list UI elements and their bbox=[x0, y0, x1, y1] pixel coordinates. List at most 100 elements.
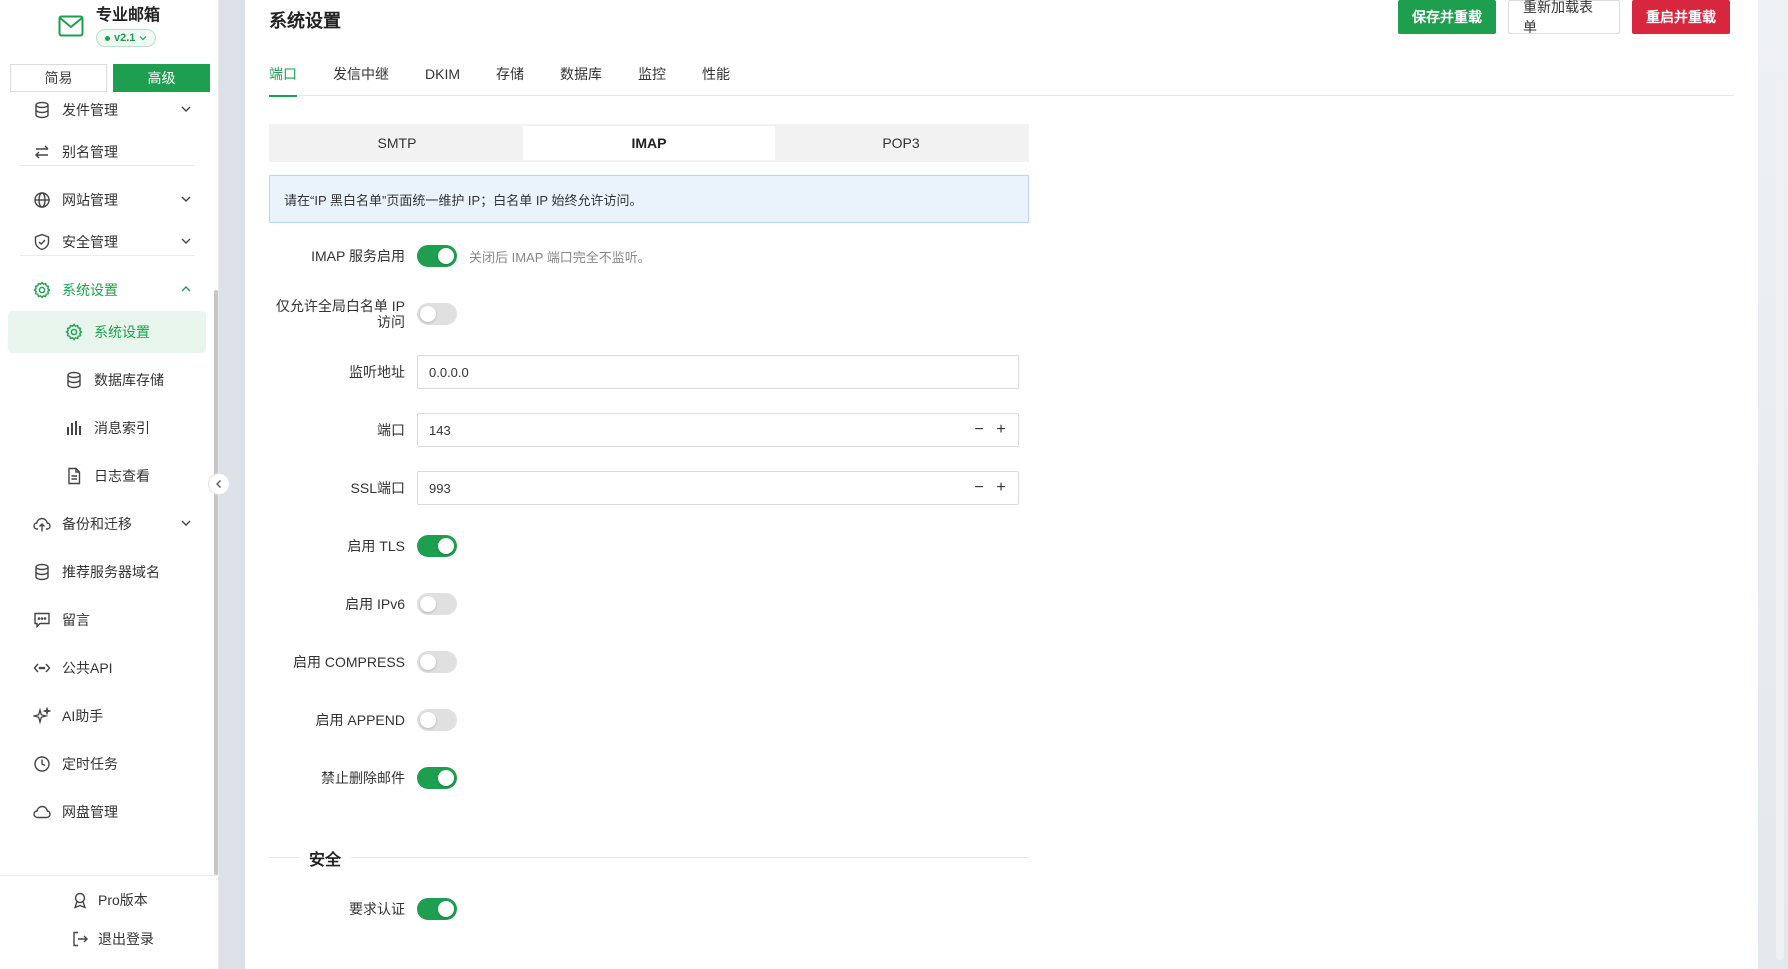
sidebar-item-label: 数据库存储 bbox=[94, 372, 164, 388]
sidebar-item-label: 备份和迁移 bbox=[62, 516, 132, 532]
tls-row: 启用 TLS bbox=[269, 535, 1029, 557]
tab-port[interactable]: 端口 bbox=[269, 58, 297, 97]
sidebar-item-security-mgmt[interactable]: 安全管理 bbox=[8, 221, 206, 263]
form-label: 启用 TLS bbox=[347, 538, 405, 554]
whitelist-only-toggle[interactable] bbox=[417, 303, 457, 325]
protocol-segmented-control: SMTP IMAP POP3 bbox=[269, 124, 1029, 162]
sidebar-item-backup[interactable]: 备份和迁移 bbox=[8, 503, 206, 545]
sidebar-item-ai-assistant[interactable]: AI助手 bbox=[8, 695, 206, 737]
tab-database[interactable]: 数据库 bbox=[560, 58, 602, 96]
sidebar-collapse-button[interactable] bbox=[208, 473, 230, 495]
require-auth-toggle[interactable] bbox=[417, 898, 457, 920]
no-delete-toggle[interactable] bbox=[417, 767, 457, 789]
stepper-controls: − + bbox=[972, 422, 1008, 438]
chat-icon bbox=[32, 610, 52, 630]
chevron-down-icon bbox=[181, 238, 191, 244]
swap-icon bbox=[32, 142, 52, 162]
protocol-tab-smtp[interactable]: SMTP bbox=[271, 126, 523, 160]
sidebar-item-label: AI助手 bbox=[62, 708, 104, 724]
imap-enable-toggle[interactable] bbox=[417, 245, 457, 267]
sidebar-item-label: 消息索引 bbox=[94, 420, 150, 436]
ipv6-toggle[interactable] bbox=[417, 593, 457, 615]
no-delete-row: 禁止删除邮件 bbox=[269, 767, 1029, 789]
restart-reload-button[interactable]: 重启并重载 bbox=[1632, 0, 1730, 34]
sidebar-item-cron[interactable]: 定时任务 bbox=[8, 743, 206, 785]
tab-performance[interactable]: 性能 bbox=[702, 58, 730, 96]
brand[interactable]: 专业邮箱 v2.1 bbox=[0, 0, 218, 55]
clock-icon bbox=[32, 754, 52, 774]
sidebar-subitem-log-view[interactable]: 日志查看 bbox=[8, 455, 206, 497]
sidebar-item-label: 安全管理 bbox=[62, 234, 118, 250]
sidebar-item-label: 日志查看 bbox=[94, 468, 150, 484]
form-label: 启用 COMPRESS bbox=[292, 654, 405, 670]
database-icon bbox=[32, 562, 52, 582]
sidebar-item-message[interactable]: 留言 bbox=[8, 599, 206, 641]
page-scrollbar[interactable] bbox=[1776, 80, 1784, 960]
gear-icon bbox=[64, 322, 84, 342]
sidebar-item-label: 留言 bbox=[62, 612, 90, 628]
globe-icon bbox=[32, 190, 52, 210]
sidebar-subitem-db-storage[interactable]: 数据库存储 bbox=[8, 359, 206, 401]
form-label: 启用 IPv6 bbox=[345, 596, 405, 612]
tls-toggle[interactable] bbox=[417, 535, 457, 557]
sidebar-item-label: 网站管理 bbox=[62, 192, 118, 208]
document-icon bbox=[64, 466, 84, 486]
sidebar-subitem-system-settings[interactable]: 系统设置 bbox=[8, 311, 206, 353]
compress-toggle[interactable] bbox=[417, 651, 457, 673]
ssl-port-value: 993 bbox=[429, 480, 451, 496]
chevron-left-icon bbox=[216, 480, 221, 488]
reload-form-button[interactable]: 重新加载表单 bbox=[1508, 0, 1620, 35]
section-title-security: 安全 bbox=[299, 846, 352, 870]
chevron-down-icon bbox=[181, 106, 191, 112]
port-value: 143 bbox=[429, 422, 451, 438]
imap-enable-hint: 关闭后 IMAP 端口完全不监听。 bbox=[469, 249, 651, 265]
append-toggle[interactable] bbox=[417, 709, 457, 731]
sidebar-item-recommend-domain[interactable]: 推荐服务器域名 bbox=[8, 551, 206, 593]
tab-relay[interactable]: 发信中继 bbox=[333, 58, 389, 96]
settings-tabs: 端口 发信中继 DKIM 存储 数据库 监控 性能 bbox=[269, 58, 1734, 97]
append-row: 启用 APPEND bbox=[269, 709, 1029, 731]
bar-chart-icon bbox=[64, 418, 84, 438]
mode-simple-button[interactable]: 简易 bbox=[10, 64, 107, 92]
listen-addr-input[interactable]: 0.0.0.0 bbox=[417, 355, 1019, 389]
port-stepper[interactable]: 143 − + bbox=[417, 413, 1019, 447]
sidebar-scrollbar[interactable] bbox=[214, 290, 218, 875]
award-icon bbox=[70, 890, 90, 910]
version-badge[interactable]: v2.1 bbox=[96, 29, 157, 47]
plus-icon[interactable]: + bbox=[994, 480, 1008, 496]
cloud-upload-icon bbox=[32, 514, 52, 534]
logout-button[interactable]: 退出登录 bbox=[70, 929, 154, 949]
minus-icon[interactable]: − bbox=[972, 480, 986, 496]
sidebar-item-netdisk[interactable]: 网盘管理 bbox=[8, 791, 206, 833]
sidebar-item-label: 发件管理 bbox=[62, 102, 118, 118]
logout-icon bbox=[70, 929, 90, 949]
tab-monitor[interactable]: 监控 bbox=[638, 58, 666, 96]
protocol-tab-imap[interactable]: IMAP bbox=[523, 126, 775, 160]
tab-storage[interactable]: 存储 bbox=[496, 58, 524, 96]
protocol-tab-pop3[interactable]: POP3 bbox=[775, 126, 1027, 160]
sidebar-item-alias-mgmt[interactable]: 别名管理 bbox=[8, 131, 206, 173]
pro-version-link[interactable]: Pro版本 bbox=[70, 890, 148, 910]
minus-icon[interactable]: − bbox=[972, 422, 986, 438]
sidebar-bottom: Pro版本 退出登录 bbox=[0, 875, 219, 969]
imap-enable-row: IMAP 服务启用 关闭后 IMAP 端口完全不监听。 bbox=[269, 245, 1029, 267]
save-reload-button[interactable]: 保存并重载 bbox=[1398, 0, 1496, 34]
sidebar-item-public-api[interactable]: 公共API bbox=[8, 647, 206, 689]
sidebar-subitem-msg-index[interactable]: 消息索引 bbox=[8, 407, 206, 449]
pro-version-label: Pro版本 bbox=[98, 892, 148, 908]
tab-dkim[interactable]: DKIM bbox=[425, 58, 460, 96]
chevron-up-icon bbox=[181, 286, 191, 292]
shield-icon bbox=[32, 232, 52, 252]
ssl-port-stepper[interactable]: 993 − + bbox=[417, 471, 1019, 505]
sidebar-item-system-settings[interactable]: 系统设置 bbox=[8, 269, 206, 311]
sidebar-item-site-mgmt[interactable]: 网站管理 bbox=[8, 179, 206, 221]
sidebar-item-label: 别名管理 bbox=[62, 144, 118, 160]
mode-advanced-button[interactable]: 高级 bbox=[113, 64, 210, 92]
form-label: IMAP 服务启用 bbox=[311, 248, 405, 264]
main-panel: 系统设置 保存并重载 重新加载表单 重启并重载 端口 发信中继 DKIM 存储 … bbox=[245, 0, 1758, 969]
chevron-down-icon bbox=[181, 520, 191, 526]
stepper-controls: − + bbox=[972, 480, 1008, 496]
ipv6-row: 启用 IPv6 bbox=[269, 593, 1029, 615]
plus-icon[interactable]: + bbox=[994, 422, 1008, 438]
sidebar-item-send-mgmt[interactable]: 发件管理 bbox=[8, 95, 206, 131]
